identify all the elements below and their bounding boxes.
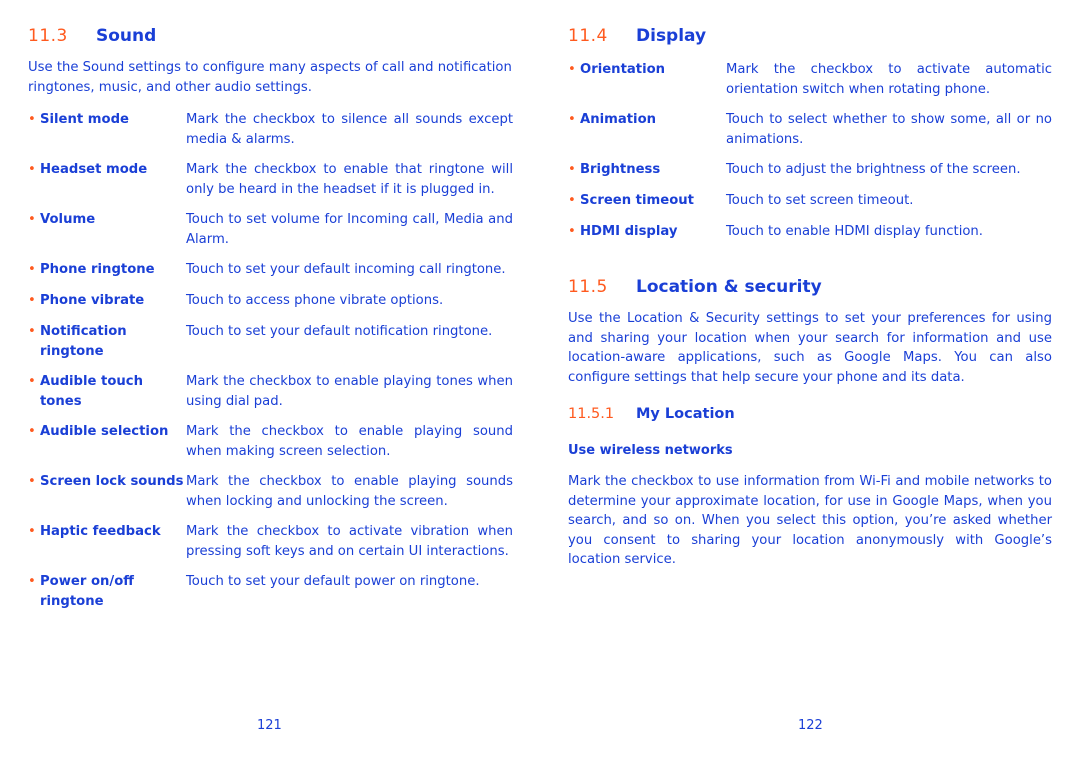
- item-desc: Touch to set your default incoming call …: [186, 262, 506, 277]
- section-heading-sound: 11.3 Sound: [28, 26, 156, 46]
- page-number: 121: [257, 718, 282, 733]
- bullet: •: [28, 424, 36, 439]
- item-desc: Mark the checkbox to enable playing tone…: [186, 374, 513, 409]
- section-heading-display: 11.4 Display: [568, 26, 706, 46]
- item-term: Audible touch tones: [40, 374, 144, 409]
- item-desc: Touch to set your default power on ringt…: [186, 574, 480, 589]
- item-desc: Touch to enable HDMI display function.: [726, 224, 983, 239]
- item-desc: Mark the checkbox to enable playing soun…: [186, 424, 513, 459]
- item-term: Audible selection: [40, 424, 169, 439]
- subsection-number: 11.5.1: [568, 406, 615, 422]
- item-desc: Touch to select whether to show some, al…: [726, 112, 1052, 147]
- section-title: Location & security: [636, 277, 822, 297]
- subsection-heading-my-location: 11.5.1 My Location: [568, 405, 735, 423]
- subheading-use-wireless-networks: Use wireless networks: [568, 443, 733, 458]
- bullet: •: [568, 193, 576, 208]
- bullet: •: [568, 112, 576, 127]
- item-term: Phone vibrate: [40, 293, 145, 308]
- item-term: HDMI display: [580, 224, 678, 239]
- subsection-title: My Location: [636, 406, 735, 422]
- item-term: Notification ringtone: [40, 324, 127, 359]
- bullet: •: [28, 374, 36, 389]
- bullet: •: [568, 224, 576, 239]
- item-term: Brightness: [580, 162, 661, 177]
- item-term: Screen lock sounds: [40, 474, 184, 489]
- bullet: •: [28, 293, 36, 308]
- item-desc: Mark the checkbox to silence all sounds …: [186, 112, 513, 147]
- item-desc: Touch to access phone vibrate options.: [186, 293, 444, 308]
- bullet: •: [28, 262, 36, 277]
- item-desc: Mark the checkbox to activate automatic …: [726, 62, 1052, 97]
- bullet: •: [568, 62, 576, 77]
- bullet: •: [568, 162, 576, 177]
- item-term: Orientation: [580, 62, 666, 77]
- item-term: Haptic feedback: [40, 524, 161, 539]
- item-desc: Touch to set screen timeout.: [726, 193, 914, 208]
- item-term: Headset mode: [40, 162, 148, 177]
- item-term: Volume: [40, 212, 96, 227]
- item-desc: Touch to set volume for Incoming call, M…: [186, 212, 513, 247]
- item-desc: Mark the checkbox to enable playing soun…: [186, 474, 513, 509]
- sound-intro: Use the Sound settings to configure many…: [28, 60, 512, 95]
- item-desc: Touch to set your default notification r…: [186, 324, 493, 339]
- item-desc: Mark the checkbox to activate vibration …: [186, 524, 513, 559]
- my-location-body: Mark the checkbox to use information fro…: [568, 474, 1052, 567]
- bullet: •: [28, 162, 36, 177]
- bullet: •: [28, 112, 36, 127]
- item-term: Animation: [580, 112, 657, 127]
- bullet: •: [28, 524, 36, 539]
- section-number: 11.5: [568, 277, 608, 297]
- bullet: •: [28, 574, 36, 589]
- section-heading-location-security: 11.5 Location & security: [568, 277, 822, 297]
- page-number: 122: [798, 718, 823, 733]
- section-title: Sound: [96, 26, 157, 46]
- bullet: •: [28, 212, 36, 227]
- section-title: Display: [636, 26, 707, 46]
- right-page: 11.4 Display • Orientation Mark the checkb…: [568, 0, 1052, 767]
- item-desc: Touch to adjust the brightness of the sc…: [726, 162, 1021, 177]
- left-page: 11.3 Sound Use the Sound settings to conf…: [28, 0, 513, 767]
- item-term: Silent mode: [40, 112, 129, 127]
- location-intro: Use the Location & Security settings to …: [568, 311, 1052, 385]
- section-number: 11.3: [28, 26, 68, 46]
- item-term: Screen timeout: [580, 193, 694, 208]
- section-number: 11.4: [568, 26, 608, 46]
- bullet: •: [28, 474, 36, 489]
- item-desc: Mark the checkbox to enable that rington…: [186, 162, 513, 197]
- item-term: Power on/off ringtone: [40, 574, 134, 609]
- item-term: Phone ringtone: [40, 262, 155, 277]
- bullet: •: [28, 324, 36, 339]
